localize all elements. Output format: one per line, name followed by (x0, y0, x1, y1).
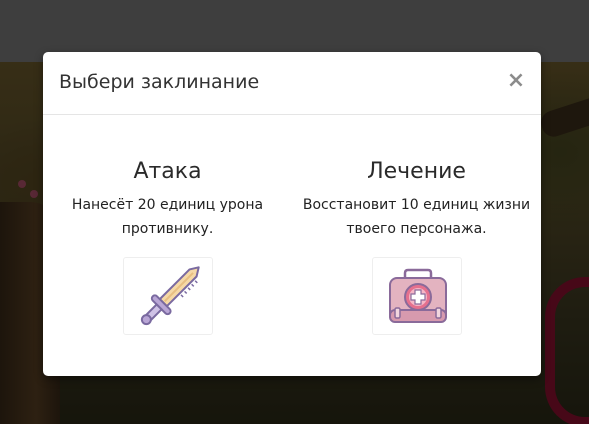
spell-name: Атака (133, 159, 202, 184)
close-button[interactable]: × (505, 69, 527, 93)
spell-option-attack: Атака Нанесёт 20 единиц урона противнику… (43, 115, 292, 335)
spell-option-heal: Лечение Восстановит 10 единиц жизни твое… (292, 115, 541, 335)
modal-body: Атака Нанесёт 20 единиц урона противнику… (43, 115, 541, 376)
game-screen: Выбери заклинание × Атака Нанесёт 20 еди… (0, 0, 589, 424)
spell-description: Нанесёт 20 единиц урона противнику. (71, 197, 264, 237)
heal-spell-button[interactable] (371, 257, 462, 335)
spell-description: Восстановит 10 единиц жизни твоего персо… (302, 197, 531, 237)
modal-header: Выбери заклинание × (43, 52, 541, 115)
spell-selection-modal: Выбери заклинание × Атака Нанесёт 20 еди… (43, 52, 541, 376)
spell-name: Лечение (367, 159, 466, 184)
attack-spell-button[interactable] (122, 257, 213, 335)
modal-title: Выбери заклинание (59, 71, 260, 93)
sword-icon (140, 266, 200, 326)
first-aid-kit-icon (388, 268, 447, 323)
